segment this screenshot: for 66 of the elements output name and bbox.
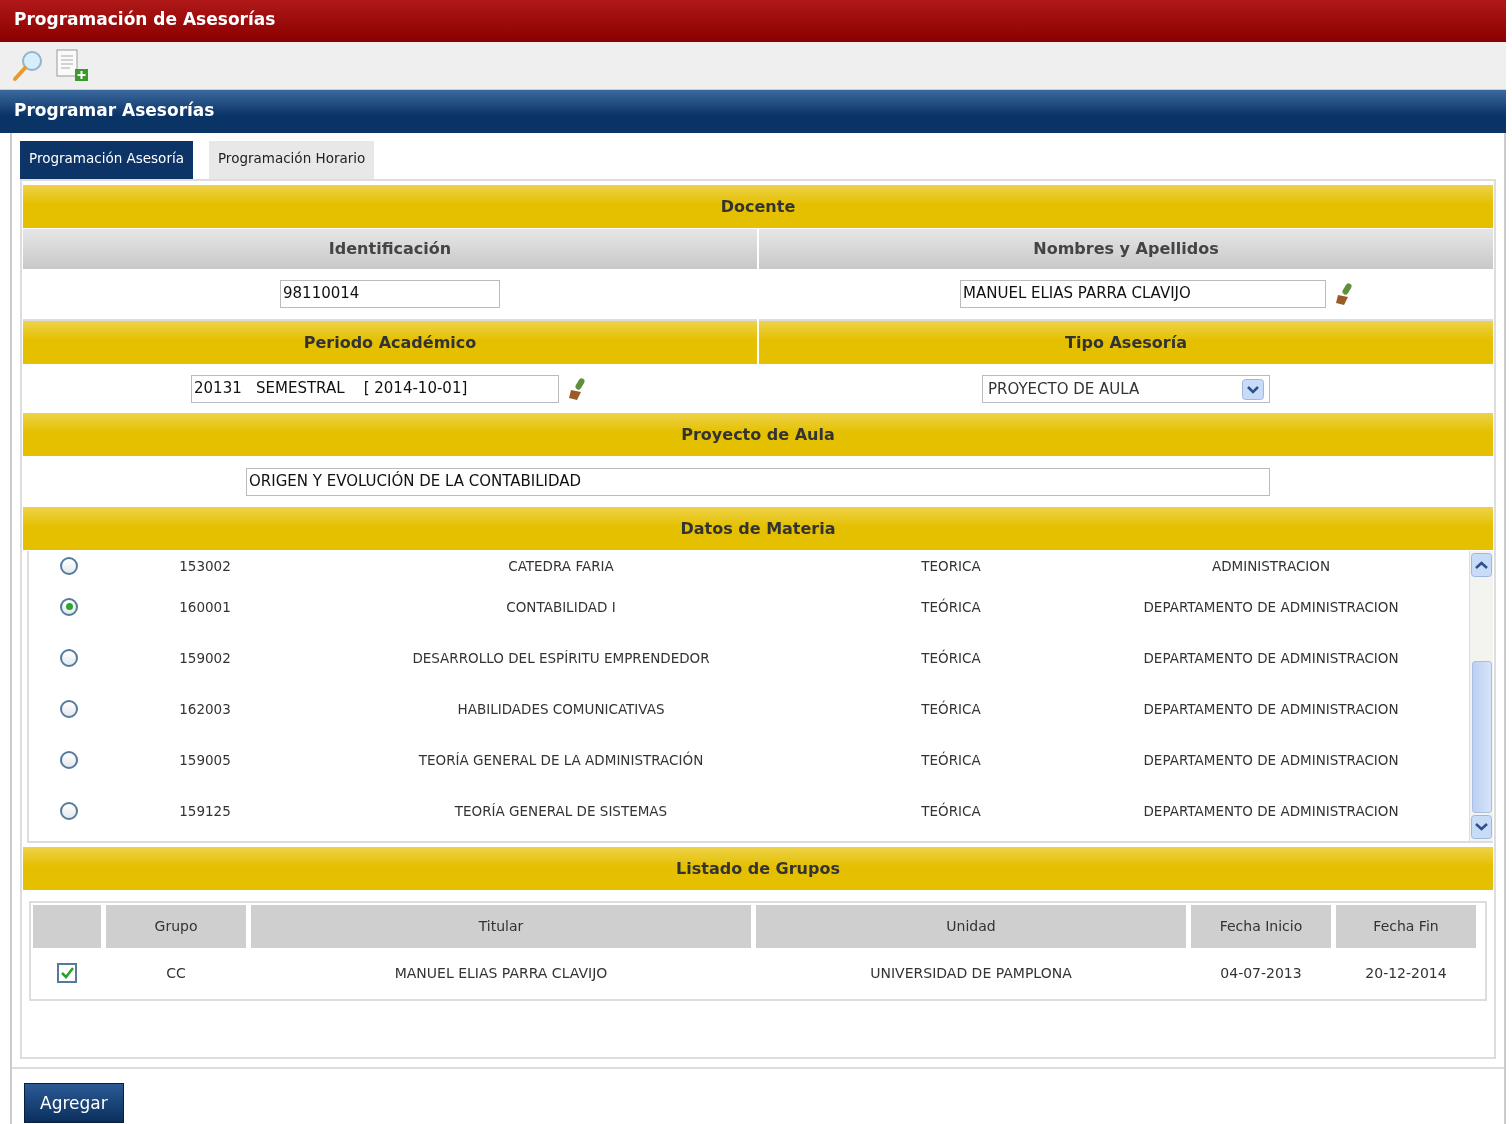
table-cell-text: DEPARTAMENTO DE ADMINISTRACION bbox=[1142, 801, 1400, 821]
table-cell-text: DEPARTAMENTO DE ADMINISTRACION bbox=[1142, 699, 1400, 719]
section-header: Docente bbox=[23, 185, 1493, 229]
tab[interactable]: Programación Horario bbox=[208, 141, 375, 179]
column-header: Titular bbox=[251, 905, 751, 948]
table-cell-text: MANUEL ELIAS PARRA CLAVIJO bbox=[393, 964, 609, 983]
dropdown[interactable]: PROYECTO DE AULA bbox=[982, 375, 1270, 403]
column-header: Unidad bbox=[756, 905, 1186, 948]
scrollbar-thumb[interactable] bbox=[1471, 661, 1492, 813]
table-cell-text: 20-12-2014 bbox=[1364, 964, 1448, 983]
radio-button[interactable] bbox=[60, 750, 78, 769]
chevron-down-icon[interactable] bbox=[1242, 378, 1264, 400]
table-cell-text: TEÓRICA bbox=[920, 649, 982, 666]
scrollbar[interactable] bbox=[1469, 551, 1493, 841]
input-field[interactable]: ORIGEN Y EVOLUCIÓN DE LA CONTABILIDAD bbox=[246, 468, 1270, 496]
radio-button[interactable] bbox=[60, 648, 78, 667]
table-cell-text: TEORÍA GENERAL DE SISTEMAS bbox=[453, 802, 669, 819]
table-cell-text: 159125 bbox=[178, 802, 232, 819]
input-field[interactable]: MANUEL ELIAS PARRA CLAVIJO bbox=[960, 280, 1326, 308]
table-cell-text: TEÓRICA bbox=[920, 802, 982, 819]
table-cell-text: ADMINISTRACION bbox=[1210, 557, 1332, 576]
new-document-icon[interactable] bbox=[56, 49, 90, 82]
section-header: Proyecto de Aula bbox=[23, 413, 1493, 457]
column-header: Fecha Inicio bbox=[1191, 905, 1331, 948]
input-field[interactable]: 20131 SEMESTRAL [ 2014-10-01] bbox=[191, 375, 559, 403]
section-header: Listado de Grupos bbox=[23, 847, 1493, 891]
radio-button[interactable] bbox=[60, 699, 78, 718]
table-cell-text: TEÓRICA bbox=[920, 598, 982, 615]
table-cell-text: 04-07-2013 bbox=[1219, 964, 1303, 983]
table-cell-text: 160001 bbox=[178, 598, 232, 615]
table-cell-text: TEÓRICA bbox=[920, 751, 982, 768]
dropdown-value: PROYECTO DE AULA bbox=[988, 380, 1140, 398]
table-cell-text: 159002 bbox=[178, 649, 232, 666]
column-header: Nombres y Apellidos bbox=[759, 229, 1493, 269]
chevron-down-icon[interactable] bbox=[1471, 815, 1492, 839]
table-cell-text: CC bbox=[165, 964, 187, 983]
table-cell-text: TEORICA bbox=[920, 558, 982, 574]
table-cell-text: DEPARTAMENTO DE ADMINISTRACION bbox=[1142, 597, 1400, 617]
table-cell-text: 162003 bbox=[178, 700, 232, 717]
tab[interactable]: Programación Asesoría bbox=[20, 141, 193, 179]
section-header: Periodo Académico bbox=[23, 321, 757, 365]
column-header: Identificación bbox=[23, 229, 757, 269]
table-cell-text: TEORÍA GENERAL DE LA ADMINISTRACIÓN bbox=[417, 751, 705, 768]
add-button[interactable]: Agregar bbox=[24, 1083, 124, 1123]
column-header: Fecha Fin bbox=[1336, 905, 1476, 948]
table-cell-text: CONTABILIDAD I bbox=[505, 598, 617, 615]
section-title: Programar Asesorías bbox=[0, 90, 1506, 133]
table-cell-text: CATEDRA FARIA bbox=[507, 558, 615, 574]
table-cell-text: UNIVERSIDAD DE PAMPLONA bbox=[869, 964, 1073, 983]
table-cell-text: TEÓRICA bbox=[920, 700, 982, 717]
table-cell-text: 153002 bbox=[178, 558, 232, 574]
chevron-up-icon[interactable] bbox=[1471, 553, 1492, 577]
table-cell-text: DEPARTAMENTO DE ADMINISTRACION bbox=[1142, 648, 1400, 668]
section-header: Datos de Materia bbox=[23, 507, 1493, 551]
column-header bbox=[33, 905, 101, 948]
column-header: Grupo bbox=[106, 905, 246, 948]
section-header: Tipo Asesoría bbox=[759, 321, 1493, 365]
window-title: Programación de Asesorías bbox=[0, 0, 1506, 42]
input-field[interactable]: 98110014 bbox=[280, 280, 500, 308]
table-cell-text: HABILIDADES COMUNICATIVAS bbox=[456, 700, 666, 717]
radio-button[interactable] bbox=[60, 801, 78, 820]
radio-button[interactable] bbox=[60, 597, 78, 616]
table-cell-text: DESARROLLO DEL ESPÍRITU EMPRENDEDOR bbox=[411, 649, 711, 666]
radio-button[interactable] bbox=[60, 557, 78, 575]
table-cell-text: 159005 bbox=[178, 751, 232, 768]
table-cell-text: DEPARTAMENTO DE ADMINISTRACION bbox=[1142, 750, 1400, 770]
